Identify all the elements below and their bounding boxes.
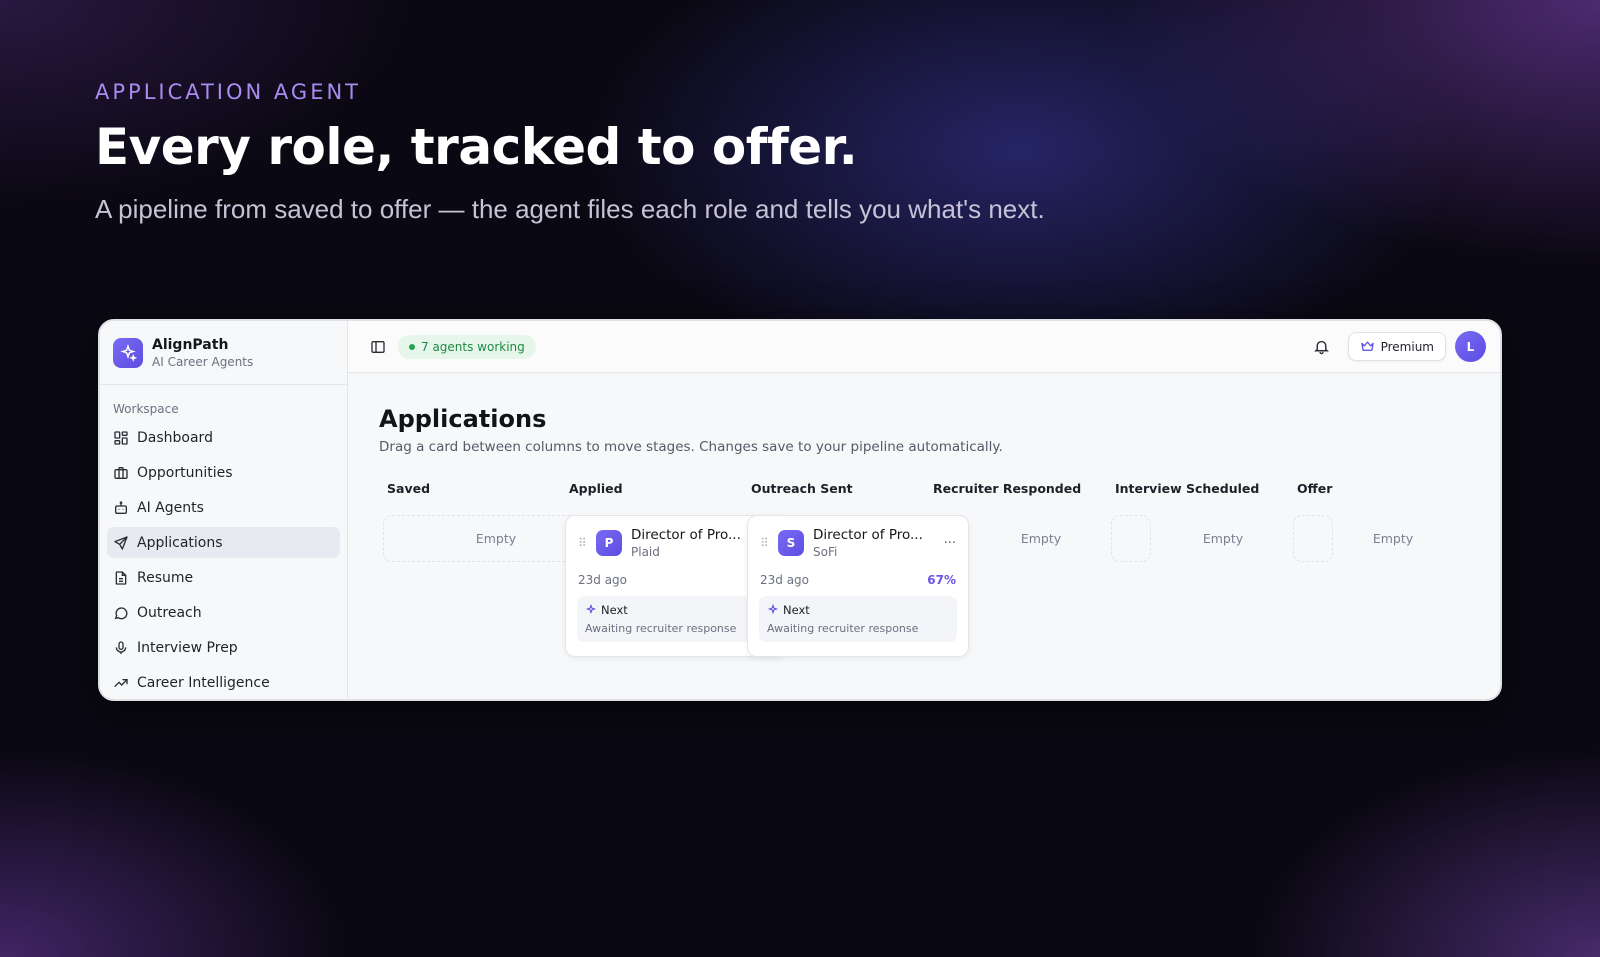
- premium-label: Premium: [1380, 339, 1434, 354]
- chat-icon: [114, 606, 128, 619]
- sparkle-icon: [767, 604, 779, 615]
- sidebar-item-career-intelligence[interactable]: Career Intelligence: [107, 667, 340, 698]
- sidebar-item-outreach[interactable]: Outreach: [107, 597, 340, 628]
- empty-label: Empty: [1372, 531, 1414, 546]
- card-age: 23d ago: [760, 573, 810, 587]
- sidebar-item-label: Opportunities: [137, 464, 233, 481]
- company-logo: S: [778, 530, 804, 556]
- agents-status-badge[interactable]: 7 agents working: [398, 334, 536, 359]
- next-label: Next: [783, 603, 810, 617]
- card-company: SoFi: [813, 545, 838, 559]
- sidebar-item-interview-prep[interactable]: Interview Prep: [107, 632, 340, 663]
- dashboard-icon: [114, 430, 128, 445]
- crown-icon: [1360, 341, 1374, 351]
- next-step-box: Next Awaiting recruiter response: [759, 596, 957, 642]
- bell-icon[interactable]: [1313, 338, 1330, 355]
- hero-headline: Every role, tracked to offer.: [95, 118, 858, 176]
- brand-name: AlignPath: [152, 336, 229, 353]
- trend-icon: [114, 678, 128, 687]
- page-description: Drag a card between columns to move stag…: [379, 439, 1003, 455]
- column-header-recruiter-responded: Recruiter Responded: [933, 481, 1082, 496]
- column-header-offer: Offer: [1297, 481, 1333, 496]
- send-icon: [114, 535, 128, 550]
- card-role: Director of Pro...: [631, 527, 741, 543]
- card-company: Plaid: [631, 545, 660, 559]
- column-dropzone-interview-scheduled[interactable]: Empty: [1151, 515, 1295, 562]
- ellipsis-icon[interactable]: ···: [944, 536, 956, 551]
- status-dot-icon: [409, 343, 415, 350]
- microphone-icon: [115, 640, 127, 654]
- hero-subline: A pipeline from saved to offer — the age…: [95, 194, 1045, 224]
- sidebar-toggle-icon[interactable]: [370, 339, 386, 355]
- card-match: 67%: [927, 573, 956, 587]
- sidebar: AlignPath AI Career Agents Workspace Das…: [100, 321, 348, 699]
- avatar[interactable]: L: [1455, 331, 1486, 362]
- empty-label: Empty: [475, 531, 517, 546]
- column-header-applied: Applied: [569, 481, 623, 496]
- page-title: Applications: [379, 405, 547, 433]
- sidebar-item-label: Career Intelligence: [137, 674, 270, 691]
- column-dropzone-recruiter-responded[interactable]: Empty: [969, 515, 1113, 562]
- column-dropzone-offer[interactable]: Empty: [1333, 515, 1453, 562]
- sidebar-item-resume[interactable]: Resume: [107, 562, 340, 593]
- app-window: AlignPath AI Career Agents Workspace Das…: [98, 319, 1502, 701]
- hero-eyebrow: APPLICATION AGENT: [95, 80, 361, 104]
- empty-label: Empty: [1202, 531, 1244, 546]
- drag-handle-icon[interactable]: ⠿: [578, 536, 588, 550]
- column-header-interview-scheduled: Interview Scheduled: [1115, 481, 1260, 496]
- bot-icon: [115, 500, 127, 514]
- topbar: 7 agents working Premium L: [348, 321, 1500, 373]
- next-step-box: Next Awaiting recruiter response: [577, 596, 775, 642]
- drag-handle-icon[interactable]: ⠿: [760, 536, 770, 550]
- brand[interactable]: AlignPath AI Career Agents: [100, 321, 347, 385]
- premium-button[interactable]: Premium: [1347, 332, 1446, 361]
- sidebar-item-label: Dashboard: [137, 429, 213, 446]
- sidebar-item-dashboard[interactable]: Dashboard: [107, 422, 340, 453]
- column-header-saved: Saved: [387, 481, 431, 496]
- company-logo: P: [596, 530, 622, 556]
- sidebar-item-label: Applications: [137, 534, 223, 551]
- briefcase-icon: [114, 466, 128, 479]
- sidebar-item-label: Interview Prep: [137, 639, 238, 656]
- sidebar-item-applications[interactable]: Applications: [107, 527, 340, 558]
- agents-status-text: 7 agents working: [421, 339, 525, 354]
- sidebar-item-opportunities[interactable]: Opportunities: [107, 457, 340, 488]
- application-card[interactable]: ⠿ S Director of Pro... SoFi ··· 23d ago …: [747, 515, 969, 657]
- empty-label: Empty: [1020, 531, 1062, 546]
- pipeline-board: Saved Applied Outreach Sent Recruiter Re…: [379, 481, 1500, 681]
- next-step-text: Awaiting recruiter response: [585, 622, 737, 635]
- column-dropzone-edge[interactable]: [1293, 515, 1333, 562]
- sidebar-item-label: AI Agents: [137, 499, 204, 516]
- next-label: Next: [601, 603, 628, 617]
- card-role: Director of Pro...: [813, 527, 923, 543]
- sidebar-item-label: Resume: [137, 569, 194, 586]
- column-dropzone-edge[interactable]: [1111, 515, 1151, 562]
- sidebar-item-label: Outreach: [137, 604, 202, 621]
- next-step-text: Awaiting recruiter response: [767, 622, 919, 635]
- card-age: 23d ago: [578, 573, 628, 587]
- document-icon: [115, 570, 127, 585]
- sidebar-item-ai-agents[interactable]: AI Agents: [107, 492, 340, 523]
- brand-tagline: AI Career Agents: [152, 354, 254, 369]
- sparkle-icon: [585, 604, 597, 615]
- content: Applications Drag a card between columns…: [348, 373, 1500, 681]
- column-header-outreach-sent: Outreach Sent: [751, 481, 853, 496]
- main-area: 7 agents working Premium L Applications …: [348, 321, 1500, 699]
- hero: APPLICATION AGENT Every role, tracked to…: [95, 80, 1045, 225]
- sparkle-icon: [113, 337, 143, 368]
- workspace-label: Workspace: [113, 402, 179, 416]
- sidebar-nav: Dashboard Opportunities AI Agents Applic…: [100, 422, 347, 698]
